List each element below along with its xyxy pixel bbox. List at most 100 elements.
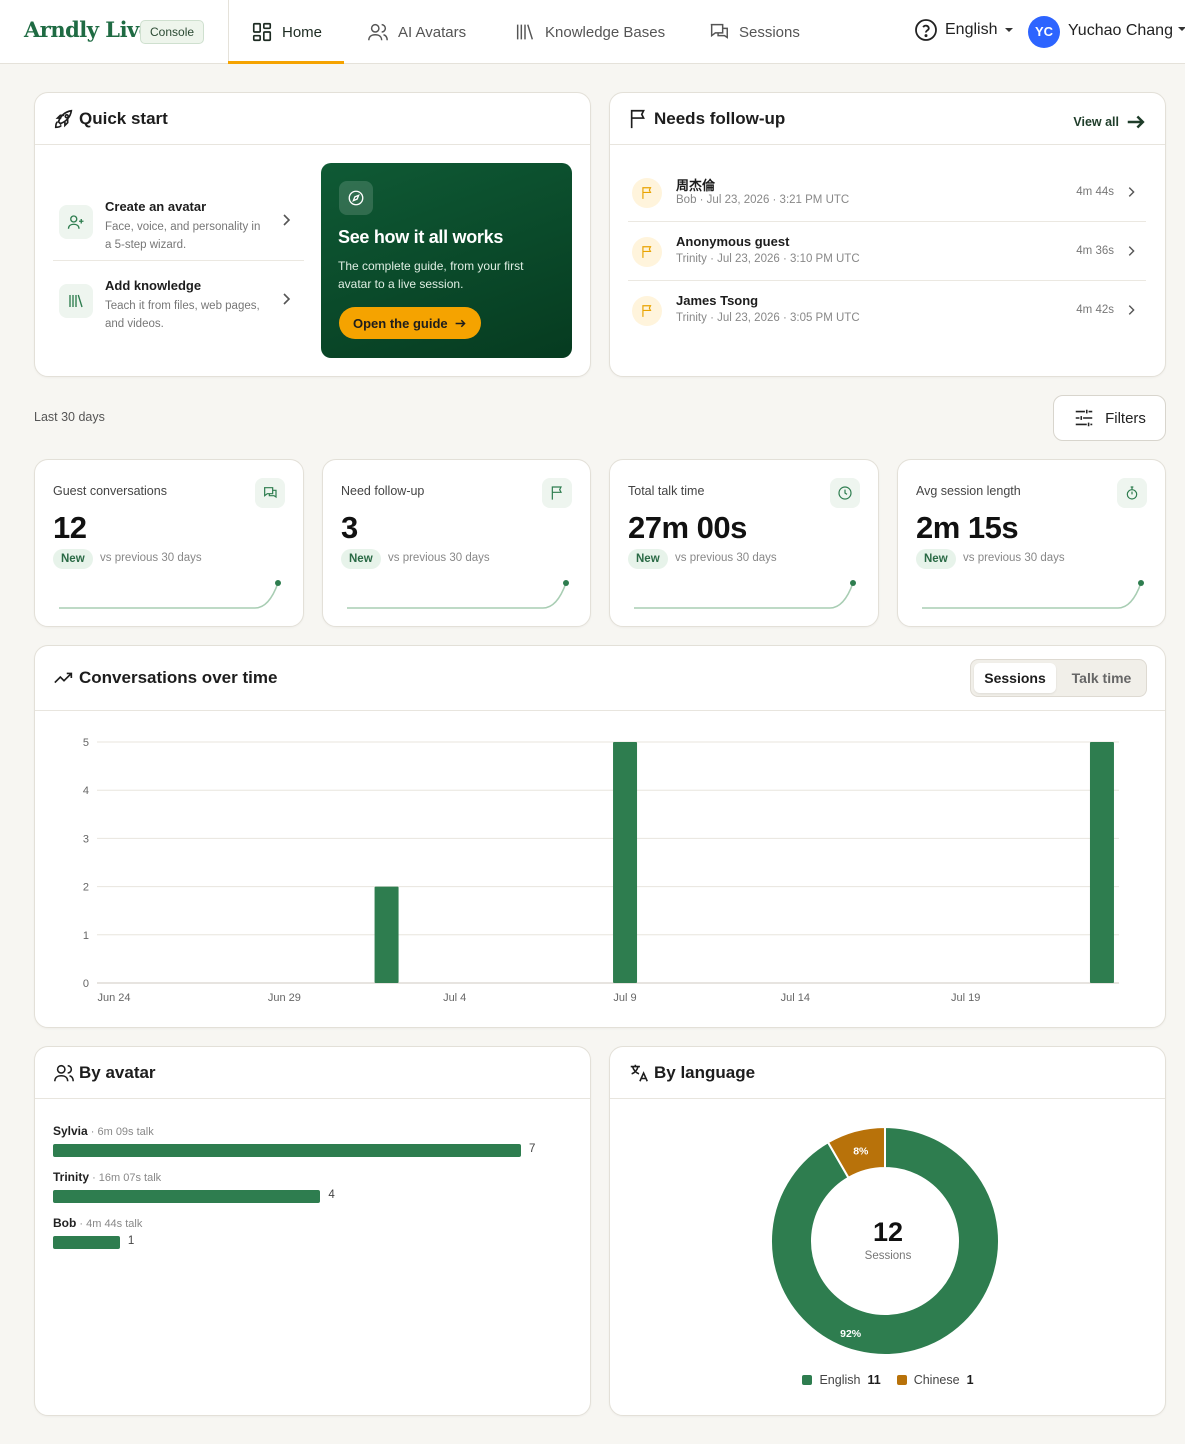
console-badge: Console (140, 20, 205, 44)
caret-down-icon (1005, 28, 1014, 32)
toggle-sessions[interactable]: Sessions (974, 663, 1056, 693)
legend-label: English (819, 1373, 861, 1387)
avatar-count: 4 (328, 1189, 335, 1201)
by-language-header: By language (610, 1047, 1165, 1099)
users-icon (368, 23, 388, 41)
avatar-count: 7 (529, 1143, 536, 1155)
stat-comparison: vs previous 30 days (675, 552, 777, 564)
legend-count: 11 (867, 1373, 881, 1387)
stat-label: Total talk time (628, 484, 705, 498)
nav-home-label: Home (282, 23, 323, 41)
stat-badge: New (628, 549, 668, 569)
nav-sessions[interactable]: Sessions (708, 0, 800, 64)
flag-icon (632, 178, 662, 208)
follow-up-header: Needs follow-up View all (610, 93, 1165, 145)
stat-label: Guest conversations (53, 484, 167, 498)
user-name: Yuchao Chang (1068, 22, 1173, 39)
by-avatar-title: By avatar (79, 1062, 156, 1082)
follow-up-title: Needs follow-up (654, 108, 786, 128)
caret-down-icon (1178, 27, 1185, 31)
guest-name: Anonymous guest (676, 234, 790, 249)
quick-start-header: Quick start (35, 93, 590, 145)
filters-label: Filters (1105, 409, 1146, 427)
app-logo[interactable]: Arndly Live (24, 17, 152, 42)
bar (374, 886, 399, 983)
conversations-title: Conversations over time (79, 668, 278, 687)
sparkline (922, 580, 1144, 609)
session-duration: 4m 36s (1076, 245, 1114, 257)
x-tick-label: Jul 4 (443, 992, 466, 1004)
by-avatar-header: By avatar (35, 1047, 590, 1099)
guest-name: 周杰倫 (676, 178, 716, 193)
nav-home[interactable]: Home (251, 0, 322, 64)
guide-promo: See how it all works The complete guide,… (321, 163, 572, 358)
view-all-link[interactable]: View all (1073, 111, 1147, 133)
donut-slice-label: 8% (853, 1146, 869, 1158)
nav-sessions-label: Sessions (739, 23, 800, 41)
stat-value: 3 (341, 510, 358, 545)
bar (1089, 742, 1114, 983)
follow-up-row[interactable]: Anonymous guest Trinity · Jul 23, 2026 ·… (628, 222, 1146, 281)
avatar-talk-time: · 16m 07s talk (89, 1172, 162, 1184)
nav-ai-avatars[interactable]: AI Avatars (367, 0, 466, 64)
arrow-right-icon (455, 319, 466, 327)
nav-knowledge-bases[interactable]: Knowledge Bases (514, 0, 665, 64)
sparkline (347, 580, 569, 609)
language-label: English (945, 21, 998, 38)
open-guide-button[interactable]: Open the guide (339, 307, 481, 339)
guide-title: See how it all works (338, 227, 504, 247)
rocket-icon (54, 109, 73, 128)
create-avatar-item[interactable]: Create an avatar Face, voice, and person… (53, 186, 304, 261)
stat-value: 12 (53, 510, 87, 545)
legend-label: Chinese (913, 1373, 960, 1387)
add-knowledge-title: Add knowledge (105, 278, 202, 293)
avatar-bar-row: Trinity · 16m 07s talk 4 (53, 1170, 573, 1216)
guide-desc: The complete guide, from your first avat… (338, 259, 524, 291)
add-knowledge-item[interactable]: Add knowledge Teach it from files, web p… (53, 265, 304, 337)
avatar-bar (53, 1144, 521, 1157)
follow-up-row[interactable]: James Tsong Trinity · Jul 23, 2026 · 3:0… (628, 281, 1146, 340)
donut-center-value: 12 (872, 1217, 904, 1247)
stat-value: 27m 00s (628, 510, 747, 545)
language-legend: English 11 Chinese 1 (610, 1373, 1166, 1387)
user-avatar[interactable]: YC (1028, 16, 1060, 48)
stat-card-need-follow-up: Need follow-up 3 New vs previous 30 days (322, 459, 591, 627)
filters-button[interactable]: Filters (1053, 395, 1166, 441)
x-tick-label: Jul 19 (951, 992, 980, 1004)
open-guide-label: Open the guide (353, 315, 448, 331)
avatar-name: Bob (53, 1216, 77, 1230)
conversations-card: Conversations over time Sessions Talk ti… (34, 645, 1166, 1028)
user-menu[interactable]: Yuchao Chang (1068, 22, 1185, 40)
guest-name: James Tsong (676, 293, 759, 308)
conversations-header: Conversations over time Sessions Talk ti… (35, 646, 1165, 711)
chevron-right-icon (283, 293, 291, 305)
nav-divider (228, 0, 229, 64)
language-selector[interactable]: English (914, 18, 1014, 42)
x-tick-label: Jul 14 (781, 992, 810, 1004)
session-duration: 4m 44s (1076, 186, 1114, 198)
sparkline (59, 580, 281, 609)
chevron-right-icon (1128, 187, 1135, 197)
quick-start-title: Quick start (79, 108, 168, 128)
compass-icon (339, 181, 373, 215)
donut-slice-label: 92% (840, 1328, 862, 1340)
stat-card-guest-conversations: Guest conversations 12 New vs previous 3… (34, 459, 304, 627)
x-tick-label: Jun 24 (98, 992, 131, 1004)
legend-item-chinese: Chinese 1 (896, 1373, 974, 1387)
create-avatar-desc: Face, voice, and personality in a 5-step… (105, 221, 261, 251)
users-icon (54, 1064, 74, 1081)
stat-badge: New (341, 549, 381, 569)
add-user-icon (59, 205, 93, 239)
stat-label: Avg session length (916, 484, 1021, 498)
flag-icon (630, 109, 645, 128)
stat-comparison: vs previous 30 days (388, 552, 490, 564)
session-duration: 4m 42s (1076, 304, 1114, 316)
create-avatar-title: Create an avatar (105, 199, 207, 214)
y-tick-label: 3 (83, 833, 89, 845)
session-meta: Trinity · Jul 23, 2026 · 3:10 PM UTC (676, 253, 860, 265)
toggle-talk-time[interactable]: Talk time (1059, 663, 1144, 693)
follow-up-row[interactable]: 周杰倫 Bob · Jul 23, 2026 · 3:21 PM UTC 4m … (628, 163, 1146, 222)
stat-comparison: vs previous 30 days (963, 552, 1065, 564)
avatar-bar-row: Sylvia · 6m 09s talk 7 (53, 1124, 573, 1170)
session-meta: Trinity · Jul 23, 2026 · 3:05 PM UTC (676, 312, 860, 324)
